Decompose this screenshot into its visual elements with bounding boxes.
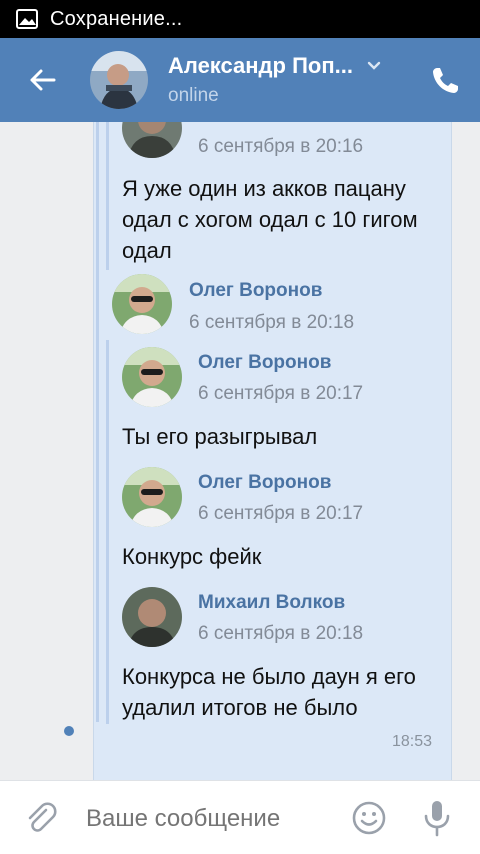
message-date: 6 сентября в 20:18 bbox=[198, 623, 364, 644]
back-button[interactable] bbox=[0, 38, 84, 122]
status-bar: Сохранение... bbox=[0, 0, 480, 38]
avatar[interactable] bbox=[112, 274, 172, 334]
phone-icon[interactable] bbox=[430, 66, 460, 96]
sender-name[interactable]: Олег Воронов bbox=[198, 352, 331, 374]
message-date: 6 сентября в 20:17 bbox=[198, 383, 364, 404]
message-input[interactable] bbox=[86, 805, 336, 833]
message-date: 6 сентября в 20:18 bbox=[189, 312, 355, 333]
chat-name: Александр Поп... bbox=[168, 53, 353, 78]
message-list[interactable]: 6 сентября в 20:16 Я уже один из акков п… bbox=[0, 122, 480, 780]
message-text: Я уже один из акков пацану одал с хогом … bbox=[122, 176, 418, 263]
sender-name[interactable]: Олег Воронов bbox=[198, 472, 331, 494]
message-text: Конкурса не было даун я его удалил итого… bbox=[122, 664, 416, 720]
status-text: Сохранение... bbox=[50, 7, 183, 30]
sender-name[interactable]: Олег Воронов bbox=[189, 280, 322, 302]
composer bbox=[0, 780, 480, 854]
avatar[interactable] bbox=[122, 467, 182, 527]
forward-line bbox=[106, 340, 109, 724]
avatar[interactable] bbox=[90, 51, 148, 109]
message-text: Конкурс фейк bbox=[122, 544, 262, 569]
avatar[interactable] bbox=[122, 587, 182, 647]
chat-header: Александр Поп... online bbox=[0, 38, 480, 122]
smile-icon[interactable] bbox=[352, 801, 386, 835]
message-text: Ты его разыгрывал bbox=[122, 424, 318, 449]
message-date: 6 сентября в 20:16 bbox=[198, 136, 364, 157]
chevron-down-icon bbox=[367, 61, 381, 70]
image-icon bbox=[16, 9, 38, 29]
forward-line bbox=[96, 122, 99, 722]
microphone-icon[interactable] bbox=[422, 799, 452, 837]
message-date: 6 сентября в 20:17 bbox=[198, 503, 364, 524]
chat-title[interactable]: Александр Поп... online bbox=[168, 53, 418, 107]
forward-line bbox=[106, 122, 109, 270]
arrow-left-icon bbox=[30, 69, 56, 91]
avatar[interactable] bbox=[122, 347, 182, 407]
paperclip-icon[interactable] bbox=[24, 801, 58, 835]
sender-name[interactable]: Михаил Волков bbox=[198, 592, 345, 614]
online-status: online bbox=[168, 85, 219, 106]
message-time: 18:53 bbox=[392, 733, 433, 750]
unread-indicator bbox=[64, 726, 74, 736]
